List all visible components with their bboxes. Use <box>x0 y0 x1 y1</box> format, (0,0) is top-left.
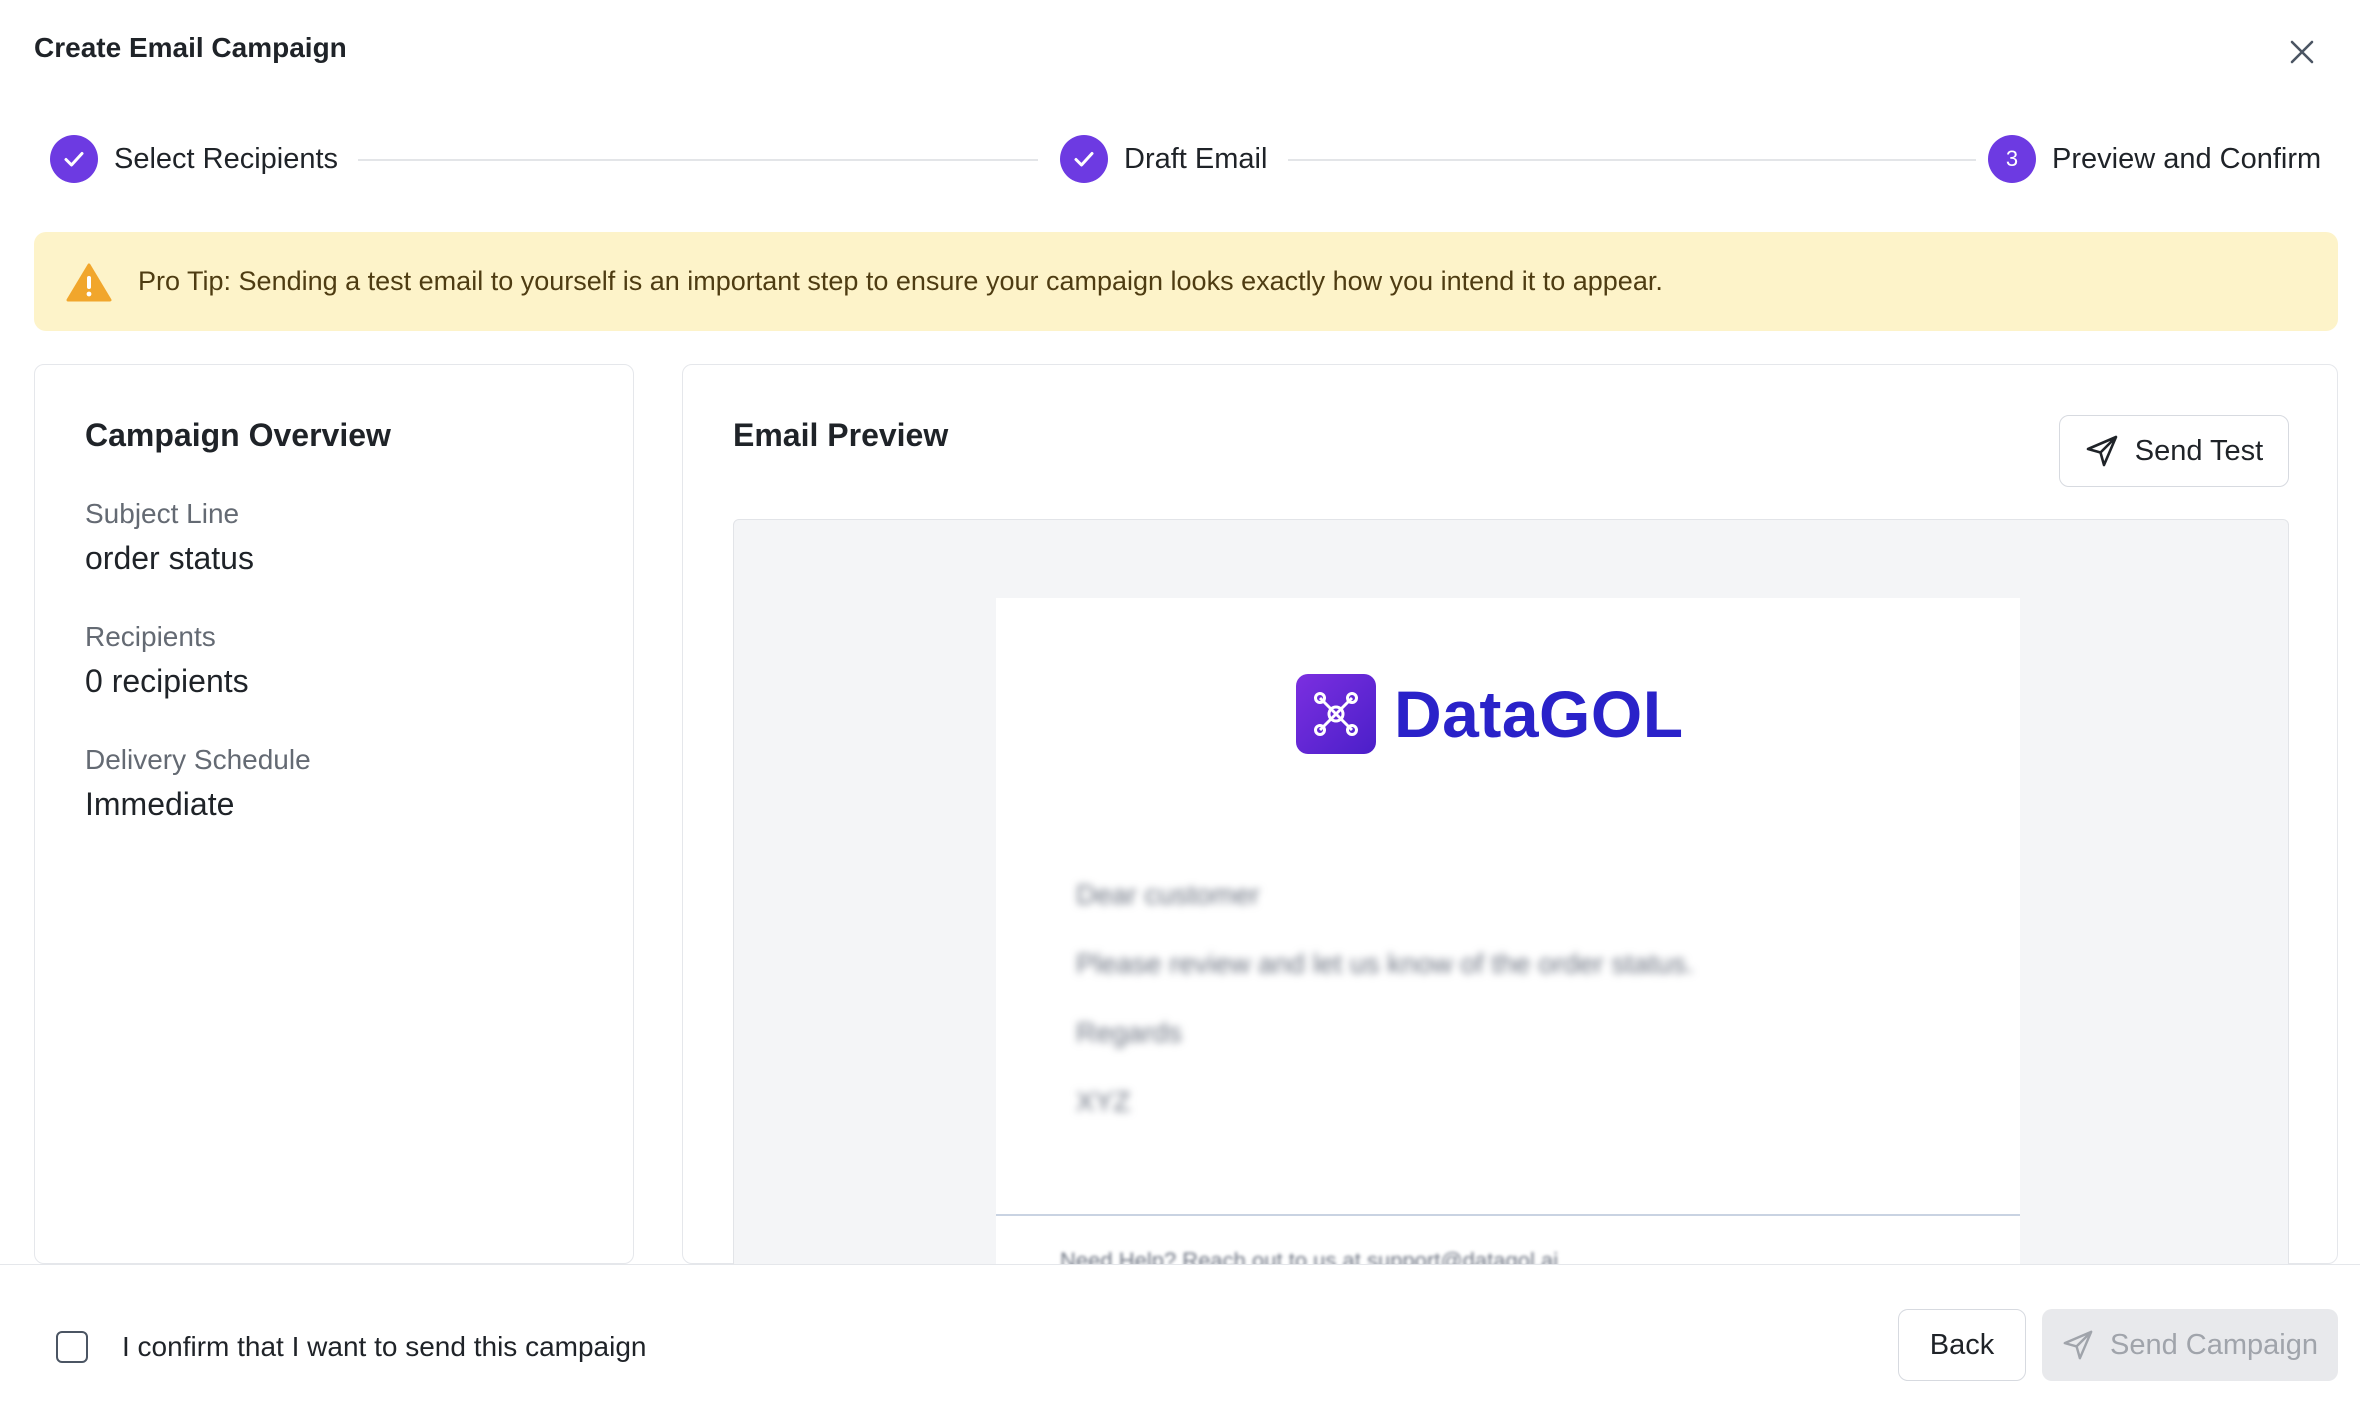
delivery-schedule-label: Delivery Schedule <box>85 744 311 775</box>
check-icon <box>1074 152 1094 167</box>
datagol-logo: DataGOL <box>1296 674 1684 754</box>
email-line: Dear customer <box>1076 879 1260 910</box>
subject-line-value: order status <box>85 540 254 576</box>
step-draft-email[interactable]: Draft Email <box>1060 134 1267 184</box>
email-line: Please review and let us know of the ord… <box>1076 948 1694 979</box>
back-button[interactable]: Back <box>1898 1309 2026 1381</box>
send-test-button[interactable]: Send Test <box>2059 415 2289 487</box>
pro-tip-text: Pro Tip: Sending a test email to yoursel… <box>138 266 1663 296</box>
delivery-schedule-value: Immediate <box>85 786 235 822</box>
send-icon <box>2086 435 2118 467</box>
step-number: 3 <box>1988 135 2036 183</box>
step-select-recipients[interactable]: Select Recipients <box>50 134 338 184</box>
close-button[interactable] <box>2282 32 2322 72</box>
email-preview-title: Email Preview <box>733 417 949 453</box>
warning-icon <box>66 263 112 301</box>
stepper: Select Recipients Draft Email 3 Preview … <box>50 134 2322 184</box>
step-label: Draft Email <box>1124 142 1268 175</box>
email-card: DataGOL Dear customer Please review and … <box>996 598 2020 1278</box>
datagol-logo-mark <box>1296 674 1376 754</box>
step-connector <box>1288 159 1976 161</box>
dialog-footer: I confirm that I want to send this campa… <box>0 1264 2360 1418</box>
subject-line-label: Subject Line <box>85 498 240 529</box>
step-label: Select Recipients <box>114 142 339 175</box>
close-icon <box>2290 40 2314 64</box>
campaign-overview-panel: Campaign Overview Subject Line order sta… <box>34 364 634 1264</box>
email-line: Regards <box>1076 1017 1182 1048</box>
email-preview-panel: Email Preview Send Test DataGOL Dear cus… <box>682 364 2338 1279</box>
send-icon <box>2063 1330 2093 1360</box>
email-preview-frame[interactable]: DataGOL Dear customer Please review and … <box>733 519 2289 1279</box>
datagol-logo-text: DataGOL <box>1394 677 1684 751</box>
email-body: Dear customer Please review and let us k… <box>1076 860 1694 1136</box>
step-complete-check <box>50 135 98 183</box>
recipients-value: 0 recipients <box>85 663 249 699</box>
check-icon <box>64 152 84 167</box>
step-preview-confirm[interactable]: 3 Preview and Confirm <box>1988 134 2321 184</box>
dialog-title: Create Email Campaign <box>34 32 347 63</box>
campaign-overview-title: Campaign Overview <box>85 417 391 453</box>
pro-tip-banner: Pro Tip: Sending a test email to yoursel… <box>34 232 2338 331</box>
send-campaign-button[interactable]: Send Campaign <box>2042 1309 2338 1381</box>
confirm-label[interactable]: I confirm that I want to send this campa… <box>122 1331 646 1363</box>
send-campaign-label: Send Campaign <box>2110 1328 2318 1361</box>
step-connector <box>358 159 1038 161</box>
email-divider <box>996 1214 2020 1216</box>
network-icon <box>1314 692 1358 736</box>
step-complete-check <box>1060 135 1108 183</box>
send-test-label: Send Test <box>2134 434 2264 467</box>
step-label: Preview and Confirm <box>2052 142 2322 175</box>
email-line: XYZ <box>1076 1086 1131 1117</box>
recipients-label: Recipients <box>85 621 216 652</box>
confirm-checkbox[interactable] <box>56 1331 88 1363</box>
